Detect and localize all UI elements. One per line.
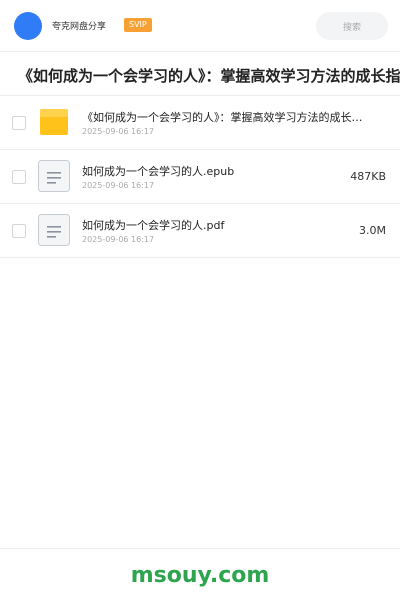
footer-bar: msouy.com	[0, 548, 400, 600]
document-icon	[38, 160, 70, 192]
svip-badge: SVIP	[124, 18, 152, 32]
avatar[interactable]	[14, 12, 42, 40]
file-name: 《如何成为一个会学习的人》：掌握高效学习方法的成长指南	[82, 111, 372, 124]
row-checkbox[interactable]	[12, 116, 26, 130]
search-label: 搜索	[342, 22, 361, 33]
app-header: 夸克网盘分享 SVIP 搜索	[0, 0, 400, 52]
file-name: 如何成为一个会学习的人.epub	[82, 165, 235, 178]
page-title: 《如何成为一个会学习的人》：掌握高效学习方法的成长指南	[18, 67, 400, 85]
share-title-bar: 《如何成为一个会学习的人》：掌握高效学习方法的成长指南	[0, 52, 400, 96]
folder-icon	[40, 109, 68, 135]
search-button[interactable]: 搜索	[316, 12, 388, 40]
file-date: 2025-09-06 16:17	[82, 235, 155, 244]
file-row-pdf[interactable]: 如何成为一个会学习的人.pdf 2025-09-06 16:17 3.0M	[0, 204, 400, 258]
user-name: 夸克网盘分享	[52, 22, 107, 32]
site-watermark: msouy.com	[130, 563, 270, 588]
file-size: 487KB	[350, 170, 386, 183]
file-row-epub[interactable]: 如何成为一个会学习的人.epub 2025-09-06 16:17 487KB	[0, 150, 400, 204]
file-date: 2025-09-06 16:17	[82, 127, 155, 136]
file-name: 如何成为一个会学习的人.pdf	[82, 219, 225, 232]
file-date: 2025-09-06 16:17	[82, 181, 155, 190]
row-checkbox[interactable]	[12, 170, 26, 184]
file-row-folder[interactable]: 《如何成为一个会学习的人》：掌握高效学习方法的成长指南 2025-09-06 1…	[0, 96, 400, 150]
row-checkbox[interactable]	[12, 224, 26, 238]
file-size: 3.0M	[359, 224, 386, 237]
document-icon	[38, 214, 70, 246]
